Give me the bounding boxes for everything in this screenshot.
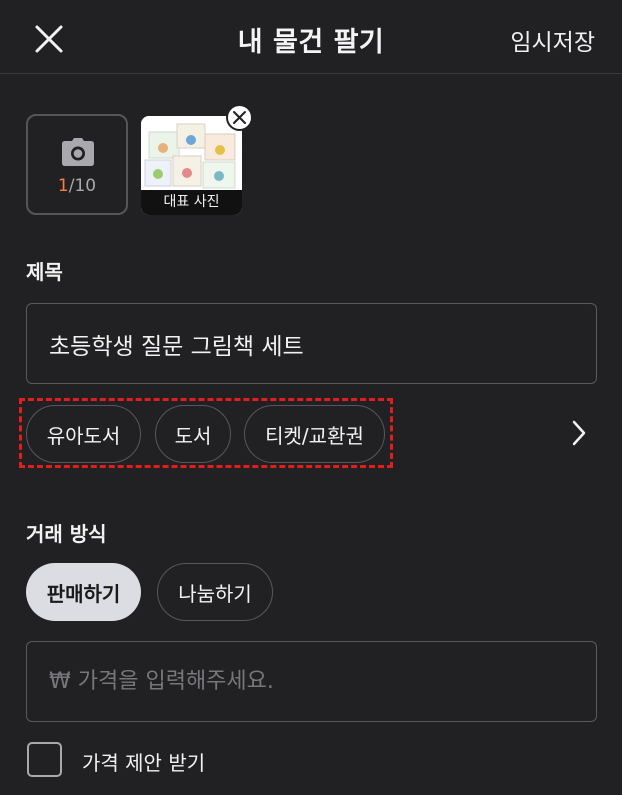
trade-option-sell[interactable]: 판매하기 [26,563,141,621]
photo-count-current: 1 [57,176,69,196]
trade-method-label: 거래 방식 [26,522,107,546]
chevron-right-icon [572,420,586,446]
photo-count: 1/10 [28,176,126,196]
camera-icon [62,138,94,166]
save-draft-button[interactable]: 임시저장 [510,23,595,57]
more-categories-button[interactable] [568,418,590,452]
category-chip-tickets[interactable]: 티켓/교환권 [244,405,385,463]
price-input[interactable] [26,641,597,722]
header: 내 물건 팔기 임시저장 [0,0,622,74]
title-label: 제목 [26,260,63,284]
category-chip-kids-books[interactable]: 유아도서 [26,405,141,463]
price-offer-label: 가격 제안 받기 [82,751,206,775]
close-icon [233,111,246,124]
photo-count-total: /10 [68,176,97,196]
book-cover-image [141,116,242,190]
category-chip-books[interactable]: 도서 [155,405,231,463]
photo-thumbnail[interactable]: 대표 사진 [141,116,242,215]
representative-photo-label: 대표 사진 [141,190,242,215]
add-photo-button[interactable]: 1/10 [26,114,128,215]
title-input[interactable] [26,303,597,384]
trade-option-share[interactable]: 나눔하기 [157,563,273,621]
price-offer-checkbox[interactable] [27,742,62,777]
remove-photo-button[interactable] [226,104,253,131]
